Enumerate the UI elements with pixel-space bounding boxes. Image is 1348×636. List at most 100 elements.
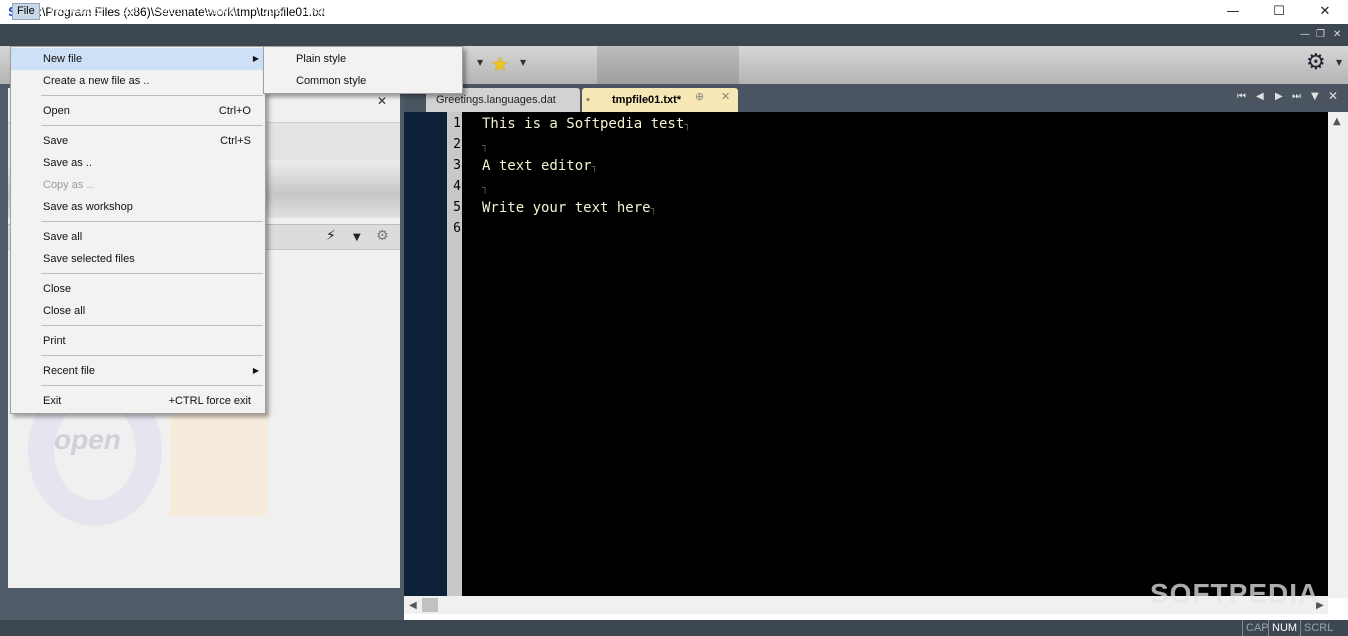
modified-dot-icon: • (586, 94, 590, 106)
lightning-icon[interactable]: ⚡ (326, 228, 336, 244)
menu-open-label: Open (43, 105, 70, 117)
menu-exit-shortcut: +CTRL force exit (168, 395, 251, 407)
menu-setup[interactable]: Setup (297, 3, 334, 20)
open-logo-text: open (54, 424, 121, 455)
menu-close[interactable]: Close (11, 278, 265, 300)
menu-open[interactable]: Open Ctrl+O (11, 100, 265, 122)
code-line-text: A text editor (482, 158, 592, 174)
menu-separator (41, 355, 263, 356)
code-line[interactable]: Write your text here┐ (482, 200, 657, 216)
line-number: 5 (453, 200, 461, 215)
vertical-scrollbar[interactable] (1328, 112, 1348, 598)
menu-copy-as-label: Copy as .. (43, 179, 93, 191)
menu-copy-as: Copy as .. (11, 174, 265, 196)
eol-marker: ┐ (482, 141, 489, 152)
settings-dropdown-icon[interactable]: ▼ (1336, 58, 1342, 67)
code-line[interactable]: A text editor┐ (482, 158, 598, 174)
menu-save-as-workshop[interactable]: Save as workshop (11, 196, 265, 218)
menu-save[interactable]: Save Ctrl+S (11, 130, 265, 152)
panel-close-icon[interactable]: ✕ (377, 94, 387, 108)
mdi-close-icon[interactable]: ✕ (1333, 29, 1341, 40)
menu-separator (41, 273, 263, 274)
code-line[interactable]: This is a Softpedia test┐ (482, 116, 690, 132)
open-logo-block (170, 412, 268, 516)
tab-list-icon[interactable]: ▼ (1311, 91, 1319, 102)
mdi-restore-icon[interactable]: ❐ (1316, 29, 1325, 40)
favorites-star-icon[interactable]: ★ (491, 52, 509, 76)
scroll-indicator: SCRL (1300, 620, 1336, 636)
menu-convert[interactable]: Convert (199, 3, 246, 20)
settings-gears-icon[interactable]: ⚙ (1306, 50, 1326, 75)
maximize-icon[interactable]: ☐ (1256, 0, 1302, 24)
next-tab-icon[interactable]: ▶ (1275, 91, 1283, 102)
menu-close-label: Close (43, 283, 72, 295)
menu-create-new-file-as-label: Create a new file as .. (43, 75, 150, 87)
menu-exit[interactable]: Exit +CTRL force exit (11, 390, 265, 412)
line-number: 3 (453, 158, 461, 173)
menu-save-label: Save (43, 135, 69, 147)
minimize-icon[interactable]: — (1210, 0, 1256, 24)
menu-close-all[interactable]: Close all (11, 300, 265, 322)
editor-margin (404, 112, 447, 598)
menu-save-all-label: Save all (43, 231, 83, 243)
code-line[interactable]: ┐ (482, 137, 488, 153)
code-line-text: Write your text here (482, 200, 651, 216)
tab-greetings-label: Greetings.languages.dat (436, 94, 556, 106)
menu-save-as-workshop-label: Save as workshop (43, 201, 133, 213)
menu-file[interactable]: File (12, 3, 40, 20)
eol-marker: ┐ (482, 183, 489, 194)
menu-new-file-label: New file (43, 53, 83, 65)
close-icon[interactable]: ✕ (1302, 0, 1348, 24)
submenu-arrow-icon: ▶ (252, 54, 259, 63)
menu-tools[interactable]: Tools (253, 3, 287, 20)
menu-save-shortcut: Ctrl+S (220, 135, 251, 147)
menu-bar (0, 24, 1348, 46)
menu-save-as[interactable]: Save as .. (11, 152, 265, 174)
tab-tmpfile[interactable]: • tmpfile01.txt* (582, 88, 738, 112)
line-number: 1 (453, 116, 461, 131)
menu-help[interactable]: Help (342, 3, 373, 20)
menu-search[interactable]: Search (150, 3, 193, 20)
scroll-left-icon[interactable]: ◀ (409, 600, 417, 611)
toolbar-dropdown-icon[interactable]: ▼ (477, 58, 483, 67)
menu-print-label: Print (43, 335, 66, 347)
menu-save-selected-files[interactable]: Save selected files (11, 248, 265, 270)
panel-dropdown-icon[interactable]: ▼ (353, 232, 361, 243)
menu-separator (41, 221, 263, 222)
line-number: 2 (453, 137, 461, 152)
menu-edit[interactable]: Edit (115, 3, 142, 20)
eol-marker: ┐ (684, 120, 691, 131)
menu-new-file[interactable]: New file ▶ (11, 48, 265, 70)
submenu-plain-style[interactable]: Plain style (264, 48, 462, 70)
menu-create-new-file-as[interactable]: Create a new file as .. (11, 70, 265, 92)
menu-save-as-label: Save as .. (43, 157, 92, 169)
close-all-tabs-icon[interactable]: ✕ (1328, 89, 1338, 103)
menu-workshop[interactable]: Workshop (46, 3, 103, 20)
mdi-minimize-icon[interactable]: — (1300, 29, 1310, 40)
left-panel-footer (0, 588, 404, 620)
eol-marker: ┐ (650, 204, 657, 215)
menu-exit-label: Exit (43, 395, 62, 407)
last-tab-icon[interactable]: ⏭ (1292, 91, 1301, 102)
status-bar (0, 620, 1348, 636)
favorites-dropdown-icon[interactable]: ▼ (520, 58, 526, 67)
tab-close-icon[interactable]: ✕ (721, 90, 730, 103)
file-menu-dropdown: New file ▶ Create a new file as .. Open Ct… (10, 46, 266, 414)
menu-recent-file[interactable]: Recent file ▶ (11, 360, 265, 382)
prev-tab-icon[interactable]: ◀ (1256, 91, 1264, 102)
first-tab-icon[interactable]: ⏮ (1237, 91, 1246, 102)
panel-gear-icon[interactable]: ⚙ (376, 228, 389, 244)
scroll-up-icon[interactable]: ▲ (1333, 116, 1341, 127)
menu-separator (41, 95, 263, 96)
code-line[interactable]: ┐ (482, 179, 488, 195)
tab-tmpfile-label: tmpfile01.txt* (612, 94, 682, 106)
menu-print[interactable]: Print (11, 330, 265, 352)
menu-separator (41, 125, 263, 126)
menu-save-all[interactable]: Save all (11, 226, 265, 248)
submenu-common-style[interactable]: Common style (264, 70, 462, 92)
submenu-arrow-icon: ▶ (252, 366, 259, 375)
text-editor[interactable] (462, 112, 1328, 598)
tab-pin-icon[interactable]: ⊕ (695, 90, 704, 103)
num-indicator: NUM (1268, 620, 1300, 636)
horizontal-scroll-thumb[interactable] (422, 598, 438, 612)
